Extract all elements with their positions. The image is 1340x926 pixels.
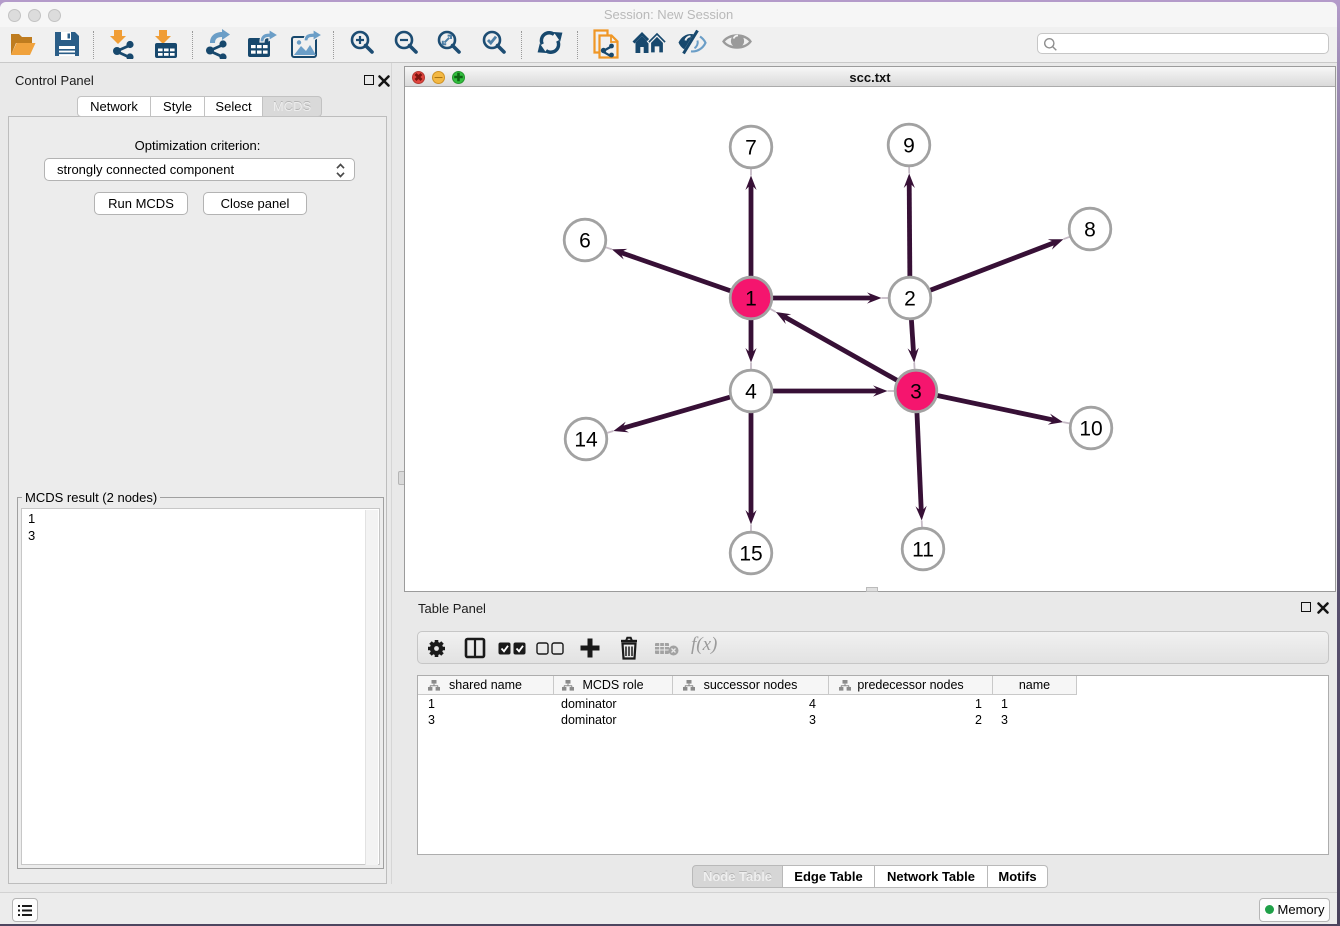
svg-text:3: 3 [910,381,922,404]
svg-text:10: 10 [1079,418,1102,441]
svg-text:8: 8 [1084,219,1096,242]
svg-text:2: 2 [904,288,916,311]
svg-text:4: 4 [745,381,757,404]
svg-text:11: 11 [912,539,934,562]
svg-text:6: 6 [579,230,591,253]
svg-text:7: 7 [745,137,757,160]
svg-text:9: 9 [903,135,915,158]
svg-text:14: 14 [574,429,598,452]
svg-text:15: 15 [739,543,762,566]
svg-text:1: 1 [745,288,757,311]
